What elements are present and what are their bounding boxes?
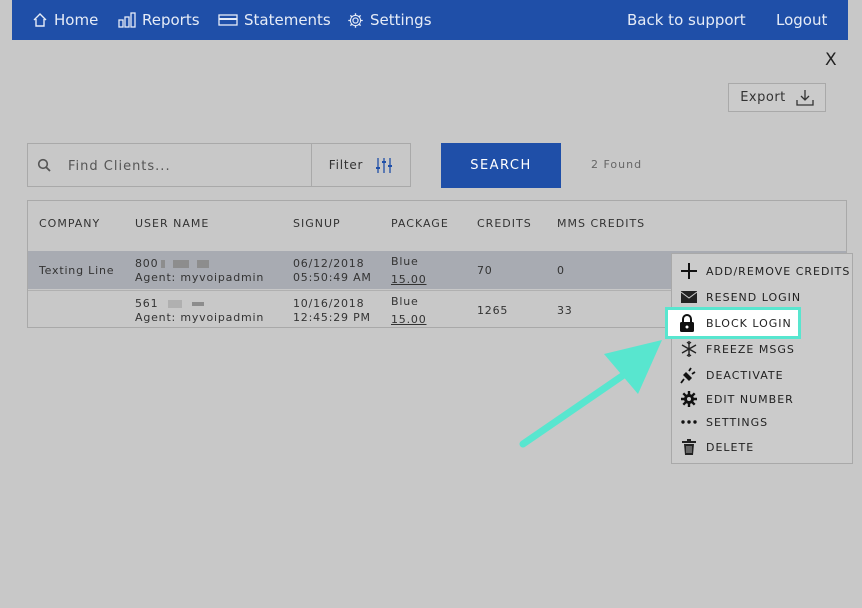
menu-label: DELETE — [706, 440, 755, 454]
nav-reports-label: Reports — [142, 11, 200, 29]
envelope-icon — [681, 291, 697, 303]
search-box: Filter — [27, 143, 411, 187]
package-price-link[interactable]: 15.00 — [391, 313, 427, 326]
menu-delete[interactable]: DELETE — [672, 436, 852, 458]
home-icon — [33, 13, 47, 27]
cell-signup-time: 12:45:29 PM — [293, 311, 371, 324]
menu-freeze-msgs[interactable]: FREEZE MSGS — [672, 338, 852, 360]
menu-label: RESEND LOGIN — [706, 290, 802, 304]
menu-block-login[interactable]: BLOCK LOGIN — [665, 307, 801, 339]
cell-signup-date: 10/16/2018 — [293, 297, 365, 310]
search-button[interactable]: SEARCH — [441, 143, 561, 188]
cell-mms-credits: 33 — [557, 304, 573, 317]
package-price-link[interactable]: 15.00 — [391, 273, 427, 286]
redaction — [173, 260, 190, 268]
snowflake-icon — [681, 341, 697, 357]
nav-statements[interactable]: Statements — [218, 11, 331, 29]
redaction — [168, 300, 183, 308]
search-icon — [37, 158, 51, 172]
menu-label: EDIT NUMBER — [706, 392, 794, 406]
redaction — [192, 302, 205, 306]
redaction — [197, 260, 210, 268]
export-button[interactable]: Export — [728, 83, 826, 112]
user-number: 561 — [135, 297, 159, 310]
menu-label: ADD/REMOVE CREDITS — [706, 264, 851, 278]
cell-user-name: 800 — [135, 257, 210, 270]
menu-resend-login[interactable]: RESEND LOGIN — [672, 286, 852, 308]
nav-logout[interactable]: Logout — [776, 11, 827, 29]
header-mms-credits: MMS CREDITS — [557, 217, 646, 230]
header-package: PACKAGE — [391, 217, 449, 230]
user-number: 800 — [135, 257, 159, 270]
menu-edit-number[interactable]: EDIT NUMBER — [672, 388, 852, 410]
back-to-support-label: Back to support — [627, 11, 746, 29]
sliders-icon — [376, 157, 393, 173]
cell-user-name: 561 — [135, 297, 205, 310]
menu-label: SETTINGS — [706, 415, 769, 429]
nav-home[interactable]: Home — [32, 11, 98, 29]
menu-label: BLOCK LOGIN — [706, 316, 792, 330]
cell-agent: Agent: myvoipadmin — [135, 271, 265, 284]
menu-label: FREEZE MSGS — [706, 342, 795, 356]
export-label: Export — [740, 90, 786, 105]
download-icon — [796, 90, 814, 106]
card-icon — [218, 14, 238, 26]
menu-deactivate[interactable]: DEACTIVATE — [672, 364, 852, 386]
header-credits: CREDITS — [477, 217, 532, 230]
trash-icon — [682, 439, 696, 455]
logout-label: Logout — [776, 11, 828, 29]
cell-signup-time: 05:50:49 AM — [293, 271, 372, 284]
nav-statements-label: Statements — [244, 11, 331, 29]
ellipsis-icon — [681, 420, 697, 424]
nav-settings[interactable]: Settings — [347, 11, 432, 29]
cell-company: Texting Line — [39, 264, 115, 277]
plug-icon — [680, 367, 696, 384]
search-input[interactable] — [66, 154, 310, 178]
menu-settings[interactable]: SETTINGS — [672, 411, 852, 433]
header-company: COMPANY — [39, 217, 101, 230]
results-count: 2 Found — [591, 158, 643, 171]
cell-credits: 1265 — [477, 304, 509, 317]
menu-add-remove-credits[interactable]: ADD/REMOVE CREDITS — [672, 260, 852, 282]
close-button[interactable]: X — [825, 50, 837, 70]
nav-back-to-support[interactable]: Back to support — [627, 11, 746, 29]
filter-label: Filter — [328, 158, 364, 172]
top-navbar: Home Reports Statements Settings Back to… — [12, 0, 848, 40]
filter-button[interactable]: Filter — [312, 144, 410, 186]
redaction — [161, 260, 166, 268]
cell-mms-credits: 0 — [557, 264, 565, 277]
cell-credits: 70 — [477, 264, 493, 277]
nav-home-label: Home — [54, 11, 99, 29]
cell-agent: Agent: myvoipadmin — [135, 311, 265, 324]
menu-label: DEACTIVATE — [706, 368, 784, 382]
cell-signup-date: 06/12/2018 — [293, 257, 365, 270]
cell-package: Blue — [391, 255, 419, 268]
lock-icon — [680, 314, 694, 332]
cell-package: Blue — [391, 295, 419, 308]
gear-icon — [681, 391, 697, 407]
bar-chart-icon — [118, 12, 136, 28]
gear-icon — [348, 12, 363, 28]
nav-reports[interactable]: Reports — [118, 11, 200, 29]
nav-settings-label: Settings — [370, 11, 432, 29]
header-user-name: USER NAME — [135, 217, 210, 230]
header-signup: SIGNUP — [293, 217, 341, 230]
plus-icon — [681, 263, 697, 279]
row-actions-menu: ADD/REMOVE CREDITS RESEND LOGIN BLOCK LO… — [665, 253, 853, 464]
